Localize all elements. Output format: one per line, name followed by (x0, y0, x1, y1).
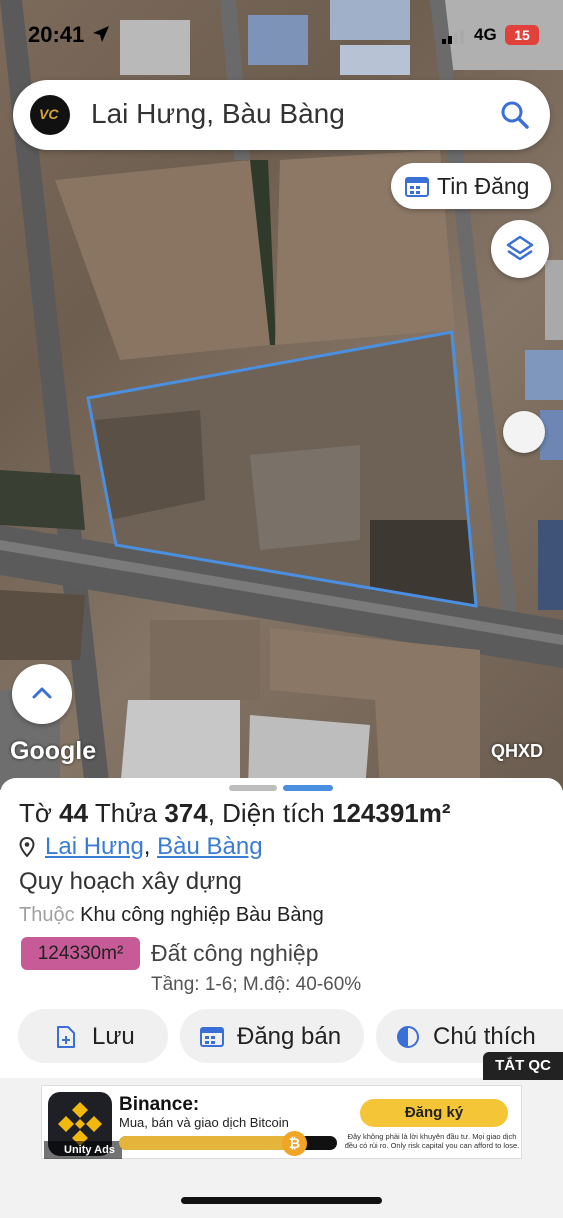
app-logo[interactable]: VC (30, 95, 70, 135)
ad-progress-fill (119, 1136, 305, 1150)
search-query[interactable]: Lai Hưng, Bàu Bàng (91, 98, 345, 130)
add-file-icon (57, 1026, 75, 1048)
save-label: Lưu (92, 1023, 135, 1050)
sheet-handle[interactable] (229, 785, 277, 791)
tin-dang-label: Tin Đăng (437, 173, 530, 199)
post-sale-button[interactable]: Đăng bán (180, 1009, 364, 1063)
opacity-slider-knob[interactable] (503, 411, 545, 453)
battery-icon: 15 (505, 25, 539, 45)
land-use-type: Đất công nghiệp (151, 940, 319, 966)
map-trees (0, 470, 85, 530)
signal-icon (442, 30, 464, 44)
parcel-location: Lai Hưng, Bàu Bàng (19, 833, 263, 861)
chevron-up-icon (32, 687, 52, 699)
location-pin-icon (19, 837, 35, 857)
search-bar[interactable]: VC Lai Hưng, Bàu Bàng (13, 80, 550, 150)
map-building (120, 700, 240, 790)
ward-link[interactable]: Lai Hưng (45, 833, 144, 860)
map-building (538, 520, 563, 610)
map-building (545, 260, 563, 340)
ad-brand: Binance: (119, 1094, 200, 1115)
contrast-icon (397, 1026, 419, 1048)
bitcoin-icon: ₿ (282, 1131, 307, 1156)
signup-button[interactable]: Đăng ký (360, 1099, 508, 1127)
app-screen: 20:41 4G 15 VC Lai Hưng, Bàu Bàng Tin Đă… (0, 0, 563, 1218)
parcel-title: Tờ 44 Thửa 374, Diện tích 124391m² (19, 798, 451, 828)
zone-line: Thuộc Khu công nghiệp Bàu Bàng (19, 904, 324, 927)
ad-banner[interactable]: Unity Ads Binance: Mua, bán và giao dịch… (41, 1085, 522, 1159)
zone-name: Khu công nghiệp Bàu Bàng (80, 904, 324, 926)
district-link[interactable]: Bàu Bàng (157, 833, 262, 860)
map-field (150, 620, 260, 700)
search-icon[interactable] (500, 100, 530, 130)
post-sale-label: Đăng bán (237, 1023, 342, 1050)
save-button[interactable]: Lưu (18, 1009, 168, 1063)
action-bar: Lưu Đăng bán Chú thích (0, 1009, 563, 1065)
tin-dang-button[interactable]: Tin Đăng (391, 163, 551, 209)
plan-heading: Quy hoạch xây dựng (19, 868, 242, 895)
calendar-icon (200, 1027, 224, 1047)
network-type: 4G (474, 25, 497, 44)
floors-density: Tầng: 1-6; M.độ: 40-60% (151, 974, 362, 995)
status-bar: 20:41 4G 15 (0, 0, 563, 66)
legend-label: Chú thích (433, 1023, 536, 1050)
map-field (55, 160, 270, 360)
unity-ads-badge: Unity Ads (44, 1141, 122, 1159)
zoned-area-badge: 124330m² (21, 937, 140, 970)
overlay-label: QHXD (491, 741, 544, 761)
sheet-page-indicator (283, 785, 333, 791)
expand-up-button[interactable] (12, 664, 72, 724)
location-arrow-icon (93, 26, 109, 42)
status-time: 20:41 (28, 22, 85, 47)
zone-prefix: Thuộc (19, 904, 75, 926)
layers-icon (506, 235, 534, 261)
calendar-icon (405, 177, 429, 197)
ad-disclaimer: Đây không phải là lời khuyên đầu tư. Mọi… (344, 1132, 520, 1150)
parcel-area (250, 445, 360, 550)
ad-tagline: Mua, bán và giao dịch Bitcoin (119, 1115, 289, 1130)
google-logo: Google (10, 737, 97, 765)
home-indicator[interactable] (181, 1197, 382, 1204)
map-building (525, 350, 563, 400)
layers-button[interactable] (491, 220, 549, 278)
parcel-area (370, 520, 475, 605)
map-field (0, 590, 85, 660)
close-ads-button[interactable]: TẮT QC (483, 1052, 563, 1080)
